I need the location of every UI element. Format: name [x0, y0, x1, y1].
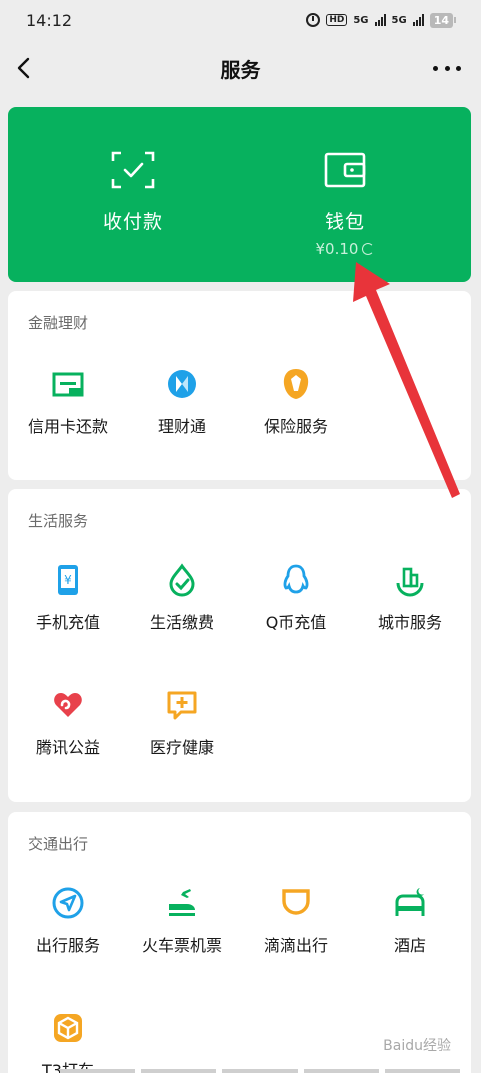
- q-coin-tile[interactable]: Q币充值: [239, 563, 353, 653]
- nav-bar: 服务: [0, 40, 481, 96]
- more-dots-icon: [433, 65, 438, 71]
- tencent-charity-label: 腾讯公益: [35, 738, 100, 757]
- credit-card-repay-label: 信用卡还款: [27, 417, 108, 436]
- insurance-icon: [283, 369, 309, 399]
- alarm-icon: [306, 13, 321, 27]
- didi-label: 滴滴出行: [263, 936, 328, 955]
- back-button[interactable]: [14, 56, 36, 80]
- battery-icon: 14: [429, 12, 457, 28]
- transport-section: 交通出行 出行服务 火车票机票 滴滴出行 酒店 T3打车: [8, 812, 471, 1073]
- network-5g-label-1: 5G: [353, 14, 369, 26]
- wallet-balance-value: ¥0.10: [315, 240, 359, 258]
- didi-tile[interactable]: 滴滴出行: [239, 886, 353, 976]
- transport-section-title: 交通出行: [28, 835, 89, 853]
- tencent-charity-tile[interactable]: 腾讯公益: [11, 688, 125, 778]
- status-icons: HD 5G 5G 14: [306, 12, 457, 28]
- chevron-left-icon: [17, 57, 30, 79]
- medical-health-label: 医疗健康: [149, 738, 214, 757]
- train-flight-label: 火车票机票: [141, 936, 222, 955]
- finance-section-title: 金融理财: [28, 314, 89, 332]
- bottom-tab-hint: [60, 1069, 461, 1073]
- train-flight-tile[interactable]: 火车票机票: [125, 886, 239, 976]
- insurance-tile[interactable]: 保险服务: [239, 367, 353, 457]
- wallet-label: 钱包: [324, 211, 365, 233]
- wallet-icon: [324, 152, 366, 188]
- finance-section: 金融理财 信用卡还款 理财通 保险服务: [8, 291, 471, 480]
- phone-yuan-icon: ¥: [58, 565, 78, 595]
- baidu-watermark: Baidu经验: [383, 1038, 451, 1054]
- city-buildings-icon: [396, 567, 424, 597]
- t3-taxi-tile[interactable]: T3打车: [11, 1011, 125, 1073]
- signal-icon: [374, 14, 386, 26]
- utility-drop-icon: [169, 563, 195, 597]
- phone-topup-label: 手机充值: [35, 613, 100, 632]
- medical-chat-icon: [167, 691, 197, 720]
- wallet-balance: ¥0.10: [316, 240, 375, 258]
- travel-services-tile[interactable]: 出行服务: [11, 886, 125, 976]
- hotel-label: 酒店: [393, 936, 426, 955]
- life-section: 生活服务 ¥ 手机充值 生活缴费 Q币充值 城市服务 腾讯公益 医疗健康: [8, 489, 471, 802]
- signal-icon-2: [412, 14, 424, 26]
- wallet-button[interactable]: 钱包 ¥0.10: [265, 107, 425, 282]
- q-coin-label: Q币充值: [265, 613, 327, 632]
- life-section-title: 生活服务: [28, 512, 89, 530]
- city-services-label: 城市服务: [377, 613, 442, 632]
- hotel-bed-icon: [395, 888, 425, 916]
- page-title: 服务: [220, 57, 261, 82]
- qq-penguin-icon: [283, 564, 309, 594]
- status-time: 14:12: [26, 10, 73, 30]
- wealth-icon: [168, 370, 196, 398]
- pay-receive-label: 收付款: [102, 211, 163, 233]
- wealth-label: 理财通: [157, 417, 206, 436]
- credit-card-icon: [52, 372, 84, 397]
- wallet-card: 收付款 钱包 ¥0.10: [8, 107, 471, 282]
- didi-icon: [282, 889, 310, 915]
- svg-text:¥: ¥: [64, 573, 72, 587]
- medical-health-tile[interactable]: 医疗健康: [125, 688, 239, 778]
- charity-heart-icon: [54, 693, 82, 717]
- utility-bills-label: 生活缴费: [149, 613, 214, 632]
- hd-icon: HD: [326, 14, 348, 26]
- city-services-tile[interactable]: 城市服务: [353, 563, 467, 653]
- phone-topup-tile[interactable]: ¥ 手机充值: [11, 563, 125, 653]
- more-button[interactable]: [433, 56, 461, 80]
- utility-bills-tile[interactable]: 生活缴费: [125, 563, 239, 653]
- credit-card-repay-tile[interactable]: 信用卡还款: [11, 367, 125, 457]
- pay-receive-button[interactable]: 收付款: [53, 107, 213, 282]
- insurance-label: 保险服务: [263, 417, 328, 436]
- network-5g-label-2: 5G: [391, 14, 407, 26]
- train-plane-icon: [169, 889, 195, 916]
- hotel-tile[interactable]: 酒店: [353, 886, 467, 976]
- t3-taxi-icon: [54, 1014, 82, 1042]
- compass-icon: [52, 887, 84, 919]
- scan-check-icon: [111, 151, 155, 189]
- loading-icon: [362, 243, 375, 255]
- wealth-tile[interactable]: 理财通: [125, 367, 239, 457]
- travel-services-label: 出行服务: [35, 936, 100, 955]
- status-bar: 14:12 HD 5G 5G 14: [0, 0, 481, 40]
